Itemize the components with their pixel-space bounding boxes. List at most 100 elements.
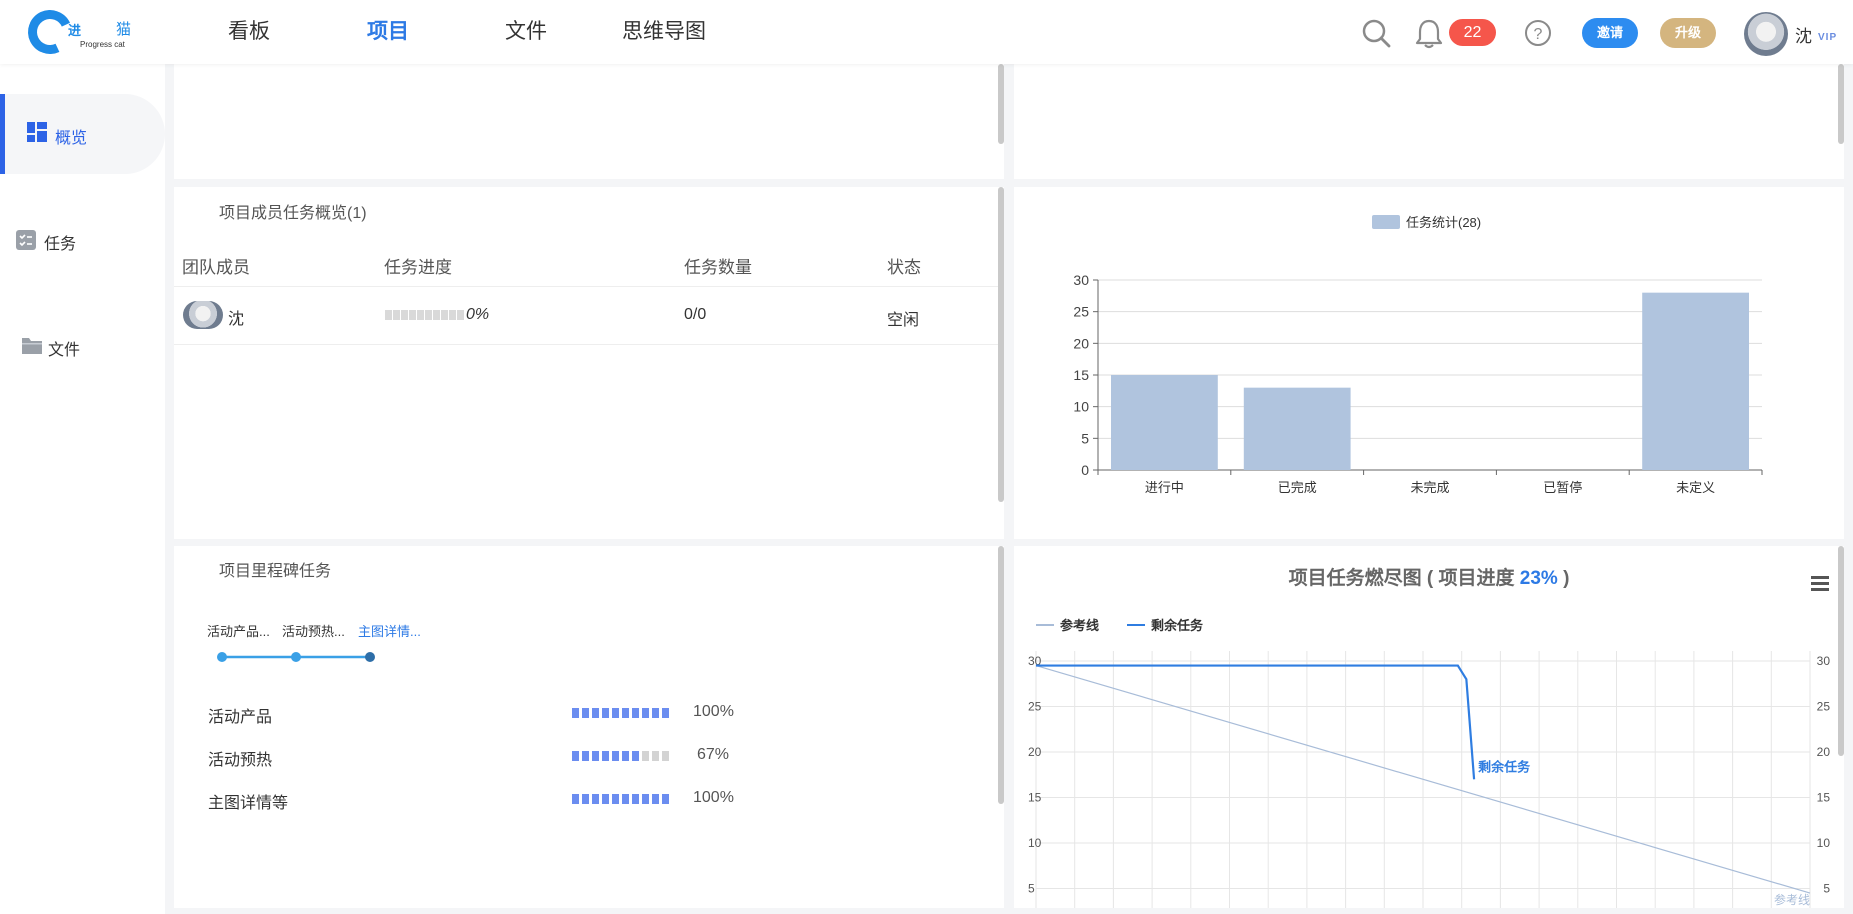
progress-segment bbox=[602, 751, 609, 761]
logo-text-1: 进 bbox=[68, 23, 82, 38]
progress-segment bbox=[662, 751, 669, 761]
task-statistics-panel: 任务统计(28) 0 5 10 15 20 25 30 进行中 已完成 未完成 已暂停 未定义 bbox=[1014, 187, 1844, 539]
sidebar-item-overview[interactable]: 概览 bbox=[0, 94, 165, 174]
chart-menu-icon[interactable] bbox=[1811, 576, 1829, 591]
progress-segment bbox=[652, 794, 659, 804]
milestone-panel bbox=[174, 546, 1004, 908]
scrollbar[interactable] bbox=[998, 187, 1004, 502]
svg-text:?: ? bbox=[1534, 26, 1543, 43]
x-tick-label: 未定义 bbox=[1676, 480, 1715, 495]
nav-kanban[interactable]: 看板 bbox=[228, 0, 270, 64]
sidebar: 概览 任务 文件 bbox=[0, 64, 165, 914]
milestone-name: 活动产品 bbox=[208, 709, 273, 726]
member-progress-bar bbox=[385, 310, 464, 320]
y-tick-label-right: 15 bbox=[1817, 791, 1831, 805]
bell-icon[interactable] bbox=[1414, 17, 1444, 49]
scrollbar[interactable] bbox=[998, 546, 1004, 804]
bar bbox=[1243, 387, 1351, 470]
x-tick-label: 未完成 bbox=[1410, 480, 1449, 495]
sidebar-item-tasks[interactable]: 任务 bbox=[0, 200, 165, 280]
progress-segment bbox=[612, 794, 619, 804]
progress-segment bbox=[652, 751, 659, 761]
progress-segment bbox=[642, 751, 649, 761]
progress-segment bbox=[582, 751, 589, 761]
milestone-percent: 100% bbox=[693, 703, 734, 720]
y-tick-label-right: 25 bbox=[1817, 700, 1831, 714]
progress-segment bbox=[642, 794, 649, 804]
bar bbox=[1642, 292, 1749, 470]
progress-segment bbox=[592, 794, 599, 804]
y-tick-label-right: 10 bbox=[1817, 836, 1831, 850]
progress-segment bbox=[632, 751, 639, 761]
column-header-status: 状态 bbox=[887, 258, 921, 277]
nav-project[interactable]: 项目 bbox=[367, 0, 409, 64]
progress-segment bbox=[572, 794, 579, 804]
progress-segment bbox=[662, 794, 669, 804]
progress-segment bbox=[652, 708, 659, 718]
scrollbar[interactable] bbox=[1838, 546, 1844, 756]
timeline-label[interactable]: 主图详情... bbox=[358, 621, 421, 640]
milestone-percent: 67% bbox=[697, 746, 730, 763]
member-avatar bbox=[183, 301, 223, 329]
x-tick-label: 进行中 bbox=[1145, 480, 1184, 495]
progress-segment bbox=[572, 708, 579, 718]
vip-label: VIP bbox=[1818, 32, 1838, 43]
member-task-overview-panel bbox=[174, 187, 1004, 539]
series-end-label: 剩余任务 bbox=[1478, 759, 1531, 774]
top-right-panel bbox=[1014, 64, 1844, 179]
progress-segment bbox=[572, 751, 579, 761]
chart-title: 项目任务燃尽图 ( 项目进度 23% ) bbox=[1289, 566, 1570, 589]
progress-segment bbox=[612, 751, 619, 761]
milestone-progress-bar bbox=[572, 751, 669, 761]
member-name: 沈 bbox=[228, 311, 245, 328]
progress-segment bbox=[632, 794, 639, 804]
search-icon[interactable] bbox=[1361, 18, 1391, 48]
progress-segment bbox=[602, 794, 609, 804]
help-icon[interactable]: ? bbox=[1524, 19, 1552, 47]
progress-segment bbox=[602, 708, 609, 718]
y-tick-label: 5 bbox=[1081, 430, 1089, 446]
task-list-icon bbox=[16, 230, 36, 250]
y-tick-label-right: 5 bbox=[1823, 882, 1830, 896]
y-tick-label: 10 bbox=[1073, 399, 1089, 415]
milestone-name: 活动预热 bbox=[208, 752, 273, 769]
scrollbar[interactable] bbox=[1838, 64, 1844, 144]
series-end-label: 参考线 bbox=[1774, 892, 1810, 907]
nav-files[interactable]: 文件 bbox=[505, 0, 547, 64]
timeline-label[interactable]: 活动预热... bbox=[282, 621, 345, 640]
dashboard-icon bbox=[27, 122, 47, 142]
milestone-timeline bbox=[217, 652, 375, 662]
legend-label: 任务统计(28) bbox=[1406, 215, 1481, 230]
user-name[interactable]: 沈 bbox=[1795, 22, 1812, 47]
burndown-chart: 项目任务燃尽图 ( 项目进度 23% )参考线 剩余任务5 510 1015 1520 2… bbox=[1028, 566, 1831, 908]
timeline-node bbox=[291, 652, 301, 662]
burndown-panel: 项目任务燃尽图 ( 项目进度 23% ) 参考线 剩余任务 5 5 10 10 15 15 20 2… bbox=[1014, 546, 1844, 908]
y-tick-label: 20 bbox=[1028, 745, 1042, 759]
series-line bbox=[1036, 664, 1476, 780]
upgrade-button[interactable]: 升级 bbox=[1660, 18, 1716, 48]
progress-segment bbox=[592, 751, 599, 761]
legend-label: 参考线 bbox=[1060, 618, 1099, 633]
nav-mindmap[interactable]: 思维导图 bbox=[622, 0, 706, 64]
sidebar-item-label: 文件 bbox=[48, 342, 81, 359]
column-header-member: 团队成员 bbox=[182, 258, 250, 277]
notification-count-badge[interactable]: 22 bbox=[1449, 19, 1496, 46]
progress-segment bbox=[612, 708, 619, 718]
app-logo[interactable]: 进 猫 Progress cat bbox=[21, 3, 138, 61]
x-tick-label: 已完成 bbox=[1278, 480, 1317, 495]
x-tick-label: 已暂停 bbox=[1543, 480, 1582, 495]
sidebar-item-files[interactable]: 文件 bbox=[0, 306, 165, 386]
logo-text-en: Progress cat bbox=[80, 40, 125, 49]
legend-label: 剩余任务 bbox=[1151, 618, 1204, 633]
progress-segment bbox=[582, 794, 589, 804]
user-avatar[interactable] bbox=[1744, 12, 1788, 56]
task-statistics-chart: 任务统计(28) 0 5 10 15 20 25 30 进行中 已完成 未完成 已暂停 未定义 bbox=[1073, 215, 1763, 495]
scrollbar[interactable] bbox=[998, 64, 1004, 144]
y-tick-label-right: 20 bbox=[1817, 745, 1831, 759]
invite-button[interactable]: 邀请 bbox=[1582, 18, 1638, 48]
top-left-panel bbox=[174, 64, 1004, 179]
timeline-label[interactable]: 活动产品... bbox=[207, 621, 270, 640]
member-progress-text: 0% bbox=[466, 306, 490, 323]
milestone-panel-title: 项目里程碑任务 bbox=[219, 563, 332, 580]
timeline-node bbox=[365, 652, 375, 662]
